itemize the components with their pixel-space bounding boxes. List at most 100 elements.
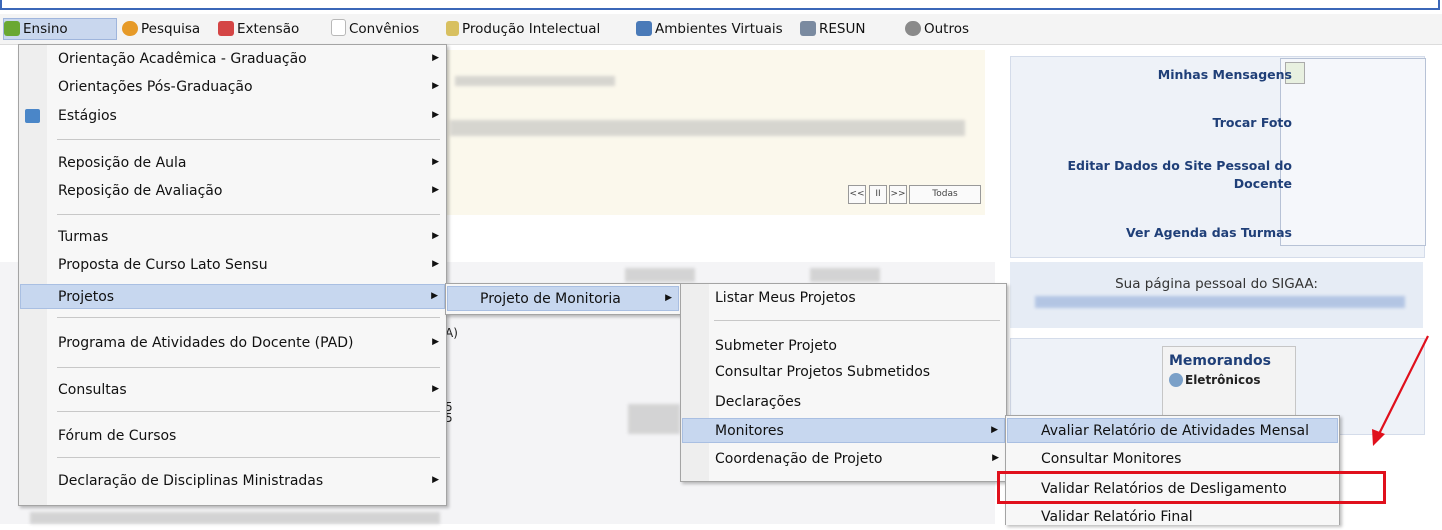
chevron-right-icon: ▶ [432, 475, 439, 485]
blurred-text [450, 120, 965, 136]
menu-item-turmas[interactable]: Turmas ▶ [20, 225, 445, 250]
menu-item-declaracao-disciplinas[interactable]: Declaração de Disciplinas Ministradas ▶ [20, 469, 445, 494]
memo-title: Memorandos [1169, 353, 1271, 369]
menubar-resun-label: RESUN [819, 21, 866, 37]
menubar-convenios[interactable]: Convênios [331, 19, 419, 39]
menubar-pesquisa[interactable]: Pesquisa [122, 19, 200, 39]
menu-item-label: Declaração de Disciplinas Ministradas [58, 473, 324, 489]
menu-item-coordenacao-projeto[interactable]: Coordenação de Projeto ▶ [682, 447, 1005, 472]
personal-page-box [1010, 262, 1423, 328]
chevron-right-icon: ▶ [432, 259, 439, 269]
link-ver-agenda[interactable]: Ver Agenda das Turmas [1126, 224, 1292, 242]
menu-item-listar-meus-projetos[interactable]: Listar Meus Projetos [682, 286, 1005, 311]
estagio-icon [25, 109, 40, 123]
memo-button[interactable]: Memorandos Eletrônicos [1162, 346, 1296, 418]
chevron-right-icon: ▶ [991, 425, 998, 435]
menubar-extensao-label: Extensão [237, 21, 300, 37]
chevron-right-icon: ▶ [432, 337, 439, 347]
window-top-frame [0, 0, 1440, 10]
menu-item-proposta-lato-sensu[interactable]: Proposta de Curso Lato Sensu ▶ [20, 253, 445, 278]
menu-item-label: Projeto de Monitoria [480, 291, 621, 307]
menubar-extensao[interactable]: Extensão [218, 19, 299, 39]
menu-item-label: Consultar Projetos Submetidos [715, 364, 931, 380]
menu-item-reposicao-aula[interactable]: Reposição de Aula ▶ [20, 151, 445, 176]
menu-item-label: Consultar Monitores [1041, 451, 1182, 467]
menu-item-reposicao-avaliacao[interactable]: Reposição de Avaliação ▶ [20, 179, 445, 204]
menu-separator [57, 317, 440, 318]
menu-item-label: Programa de Atividades do Docente (PAD) [58, 335, 354, 351]
blurred-url[interactable] [1035, 296, 1405, 308]
menu-item-orientacoes-pos[interactable]: Orientações Pós-Graduação ▶ [20, 75, 445, 100]
pager-prev-button[interactable]: << [848, 185, 866, 204]
chevron-right-icon: ▶ [432, 185, 439, 195]
pager-next-button[interactable]: >> [889, 185, 907, 204]
menu-item-declaracoes[interactable]: Declarações [682, 390, 1005, 415]
menu-item-projetos[interactable]: Projetos ▶ [20, 284, 445, 309]
menu-item-monitores[interactable]: Monitores ▶ [682, 418, 1005, 443]
menu-item-consultar-monitores[interactable]: Consultar Monitores [1007, 447, 1338, 472]
link-minhas-mensagens[interactable]: Minhas Mensagens [1158, 66, 1292, 84]
chevron-right-icon: ▶ [992, 453, 999, 463]
pager-all-button[interactable]: Todas [909, 185, 981, 204]
menu-item-projeto-monitoria[interactable]: Projeto de Monitoria ▶ [447, 286, 679, 311]
menu-item-estagios[interactable]: Estágios ▶ [20, 104, 445, 129]
menubar-ambientes[interactable]: Ambientes Virtuais [636, 19, 783, 39]
chevron-right-icon: ▶ [432, 157, 439, 167]
menubar-outros[interactable]: Outros [905, 19, 969, 39]
menubar-producao[interactable]: Produção Intelectual [446, 19, 600, 39]
chevron-right-icon: ▶ [432, 110, 439, 120]
arrow-head [1372, 429, 1385, 446]
menu-item-label: Orientação Acadêmica - Graduação [58, 51, 307, 67]
menu-separator [57, 457, 440, 458]
menu-item-pad[interactable]: Programa de Atividades do Docente (PAD) ▶ [20, 331, 445, 356]
menubar-ambientes-label: Ambientes Virtuais [655, 21, 783, 37]
network-icon [636, 21, 652, 36]
menu-item-label: Declarações [715, 394, 802, 410]
menu-item-label: Fórum de Cursos [58, 428, 177, 444]
chevron-right-icon: ▶ [432, 231, 439, 241]
chevron-right-icon: ▶ [665, 293, 672, 303]
annotation-arrow [1372, 335, 1429, 446]
menu-item-label: Turmas [58, 229, 109, 245]
blurred-text [625, 268, 695, 282]
menu-item-consultar-projetos-submetidos[interactable]: Consultar Projetos Submetidos [682, 360, 1005, 385]
menu-item-validar-relatorio-final[interactable]: Validar Relatório Final [1007, 505, 1338, 530]
chevron-right-icon: ▶ [432, 81, 439, 91]
main-menubar: Ensino Pesquisa Extensão Convênios Produ… [0, 14, 1442, 45]
menu-item-label: Submeter Projeto [715, 338, 837, 354]
pager-pause-button[interactable]: II [869, 185, 887, 204]
menu-item-label: Consultas [58, 382, 127, 398]
menu-item-forum-cursos[interactable]: Fórum de Cursos [20, 424, 445, 449]
blurred-text [628, 404, 680, 434]
link-trocar-foto[interactable]: Trocar Foto [1213, 114, 1292, 132]
highlight-annotation-box [997, 471, 1386, 504]
menu-projeto-monitoria: Listar Meus Projetos Submeter Projeto Co… [680, 283, 1007, 482]
personal-page-label: Sua página pessoal do SIGAA: [1115, 276, 1318, 292]
heart-hands-icon [218, 21, 234, 36]
chevron-right-icon: ▶ [432, 53, 439, 63]
menubar-resun[interactable]: RESUN [800, 19, 865, 39]
menu-item-orientacao-graduacao[interactable]: Orientação Acadêmica - Graduação ▶ [20, 47, 445, 72]
flask-icon [122, 21, 138, 36]
menu-item-submeter-projeto[interactable]: Submeter Projeto [682, 334, 1005, 359]
menubar-ensino[interactable]: Ensino [3, 18, 117, 40]
menubar-ensino-label: Ensino [23, 21, 68, 37]
menu-item-label: Coordenação de Projeto [715, 451, 883, 467]
menu-item-label: Validar Relatório Final [1041, 509, 1193, 525]
menubar-pesquisa-label: Pesquisa [141, 21, 201, 37]
chevron-right-icon: ▶ [431, 291, 438, 301]
link-editar-site-pessoal[interactable]: Editar Dados do Site Pessoal do [1067, 157, 1292, 175]
blurred-text [30, 512, 440, 524]
menu-item-label: Listar Meus Projetos [715, 290, 856, 306]
menu-item-consultas[interactable]: Consultas ▶ [20, 378, 445, 403]
arrow-line [1377, 335, 1429, 437]
menu-item-label: Monitores [715, 423, 784, 439]
menu-separator [57, 214, 440, 215]
folder-icon [800, 21, 816, 36]
menu-item-avaliar-relatorio-mensal[interactable]: Avaliar Relatório de Atividades Mensal [1007, 418, 1338, 443]
menu-separator [57, 411, 440, 412]
menu-item-label: Estágios [58, 108, 117, 124]
link-editar-site-pessoal-cont[interactable]: Docente [1234, 175, 1292, 193]
memo-icon [1169, 373, 1183, 387]
people-icon [905, 21, 921, 36]
